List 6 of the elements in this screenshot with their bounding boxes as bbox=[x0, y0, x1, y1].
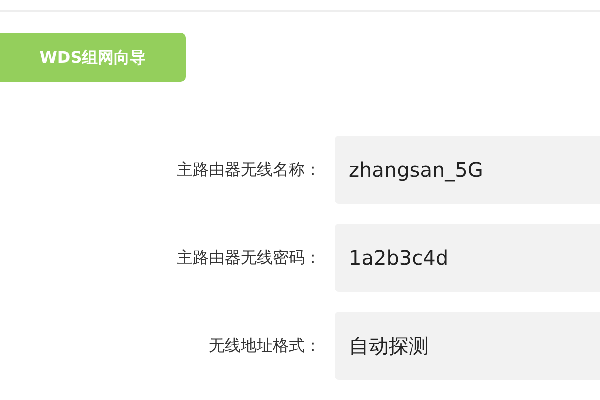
input-field[interactable]: 自动探测 bbox=[335, 312, 600, 380]
field-label: 无线地址格式： bbox=[208, 335, 322, 357]
field-label: 主路由器无线名称： bbox=[176, 159, 322, 181]
field-label: 主路由器无线密码： bbox=[176, 247, 322, 269]
input-field[interactable]: 1a2b3c4d bbox=[335, 224, 600, 292]
input-field[interactable]: zhangsan_5G bbox=[335, 136, 600, 204]
